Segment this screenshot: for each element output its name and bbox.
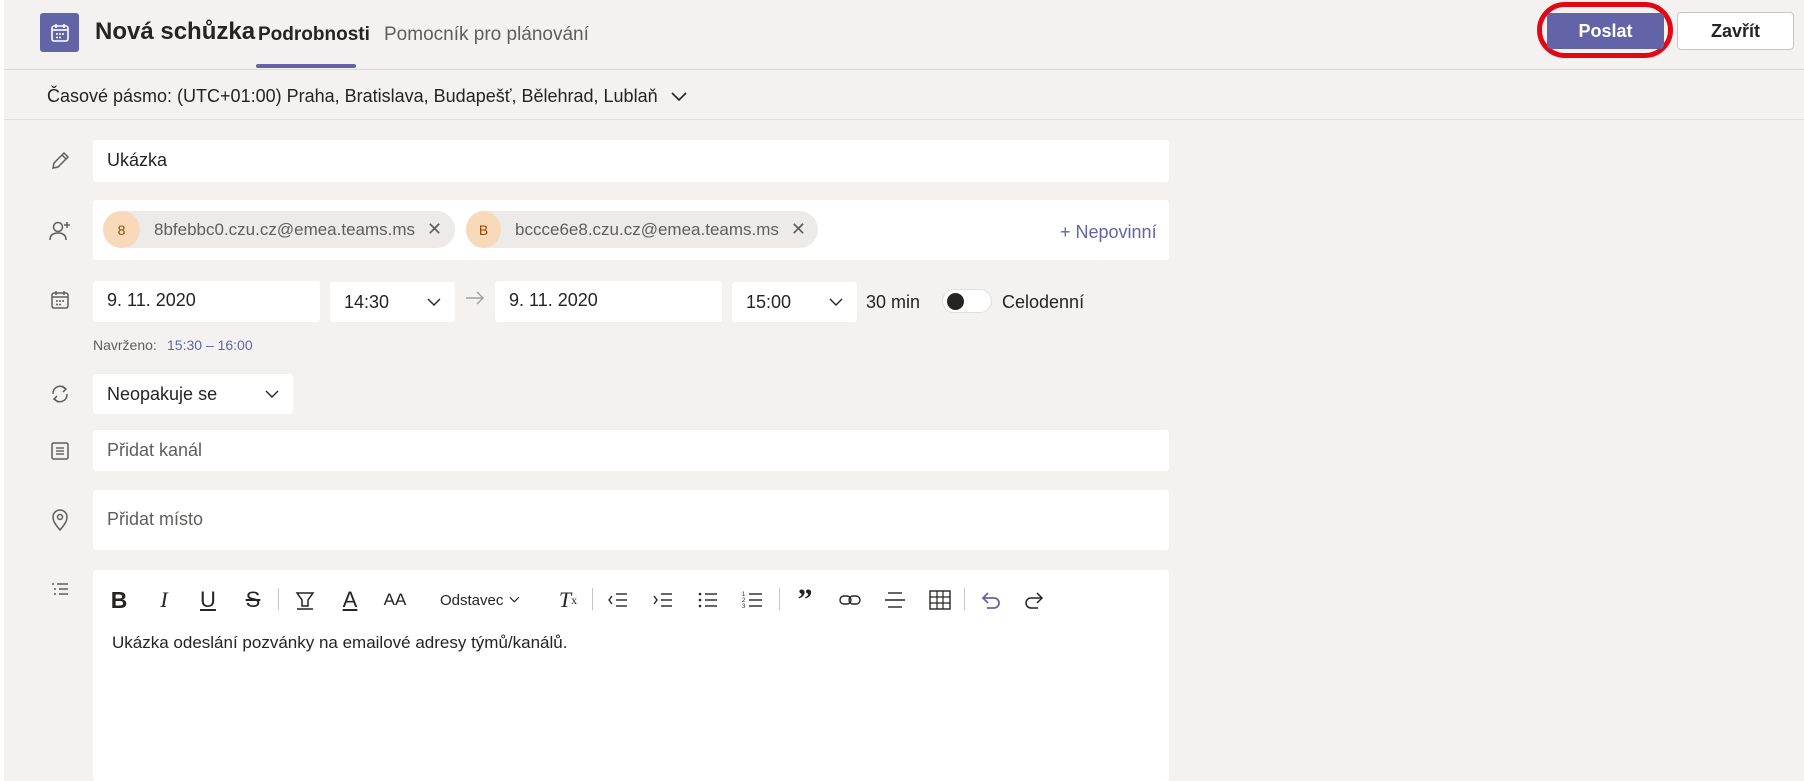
all-day-toggle[interactable] xyxy=(942,289,992,313)
start-time-select[interactable]: 14:30 xyxy=(330,282,455,322)
calendar-icon xyxy=(47,287,73,313)
increase-indent-icon[interactable] xyxy=(649,585,677,615)
close-icon[interactable]: ✕ xyxy=(427,219,442,240)
close-icon[interactable]: ✕ xyxy=(791,219,806,240)
description-text: Ukázka odeslání pozvánky na emailové adr… xyxy=(112,633,568,652)
paragraph-style-select[interactable]: Odstavec xyxy=(440,585,520,615)
toolbar-divider xyxy=(592,588,593,610)
chevron-down-icon xyxy=(509,596,520,603)
all-day-label: Celodenní xyxy=(1002,292,1085,312)
decrease-indent-icon[interactable] xyxy=(604,585,632,615)
tab-details[interactable]: Podrobnosti xyxy=(258,24,370,46)
start-time-value: 14:30 xyxy=(344,291,390,312)
quote-icon[interactable]: ” xyxy=(791,583,819,616)
end-time-value: 15:00 xyxy=(746,291,792,312)
description-icon xyxy=(47,577,73,603)
channel-icon xyxy=(47,438,73,464)
highlight-icon[interactable] xyxy=(290,585,320,615)
link-icon[interactable] xyxy=(836,585,864,615)
meeting-title-value: Ukázka xyxy=(107,150,168,170)
add-channel-placeholder: Přidat kanál xyxy=(107,440,203,460)
add-channel-input[interactable]: Přidat kanál xyxy=(93,430,1169,471)
svg-text:3: 3 xyxy=(742,604,746,610)
arrow-right-icon xyxy=(465,290,485,311)
chevron-down-icon xyxy=(671,91,687,101)
toolbar-divider xyxy=(964,588,965,610)
bold-icon[interactable]: B xyxy=(105,585,133,615)
attendee-chip[interactable]: 8 8bfebbc0.czu.cz@emea.teams.ms ✕ xyxy=(103,211,455,248)
start-date-value: 9. 11. 2020 xyxy=(107,290,196,310)
toggle-knob xyxy=(947,293,964,310)
suggested-time-link[interactable]: 15:30 – 16:00 xyxy=(167,337,253,353)
recurrence-value: Neopakuje se xyxy=(107,383,218,404)
start-date-input[interactable]: 9. 11. 2020 xyxy=(93,281,320,322)
add-person-icon xyxy=(47,218,73,244)
add-optional-attendees-link[interactable]: + Nepovinní xyxy=(1060,222,1157,243)
chevron-down-icon xyxy=(829,298,843,306)
toolbar-divider xyxy=(278,588,279,610)
avatar: 8 xyxy=(103,211,140,248)
meeting-title-input[interactable]: Ukázka xyxy=(93,140,1169,182)
attendee-chip[interactable]: B bccce6e8.czu.cz@emea.teams.ms ✕ xyxy=(466,211,818,248)
avatar: B xyxy=(466,211,502,248)
underline-icon[interactable]: U xyxy=(194,585,222,615)
font-color-icon[interactable]: A xyxy=(336,585,364,615)
attendee-email: bccce6e8.czu.cz@emea.teams.ms xyxy=(515,219,779,239)
calendar-app-icon xyxy=(40,13,79,52)
clear-formatting-icon[interactable]: Tx xyxy=(554,585,582,615)
numbered-list-icon[interactable]: 123 xyxy=(739,585,767,615)
end-time-select[interactable]: 15:00 xyxy=(732,282,857,322)
location-pin-icon xyxy=(47,507,73,533)
page-title: Nová schůzka xyxy=(95,18,256,45)
active-tab-indicator xyxy=(256,64,356,68)
timezone-label: Časové pásmo: (UTC+01:00) Praha, Bratisl… xyxy=(47,86,658,106)
chevron-down-icon xyxy=(265,390,279,398)
timezone-selector[interactable]: Časové pásmo: (UTC+01:00) Praha, Bratisl… xyxy=(47,86,688,107)
add-location-placeholder: Přidat místo xyxy=(107,509,204,529)
divider xyxy=(4,119,1804,120)
undo-icon[interactable] xyxy=(976,585,1004,615)
end-date-value: 9. 11. 2020 xyxy=(509,290,598,310)
add-location-input[interactable]: Přidat místo xyxy=(93,490,1169,550)
attendee-email: 8bfebbc0.czu.cz@emea.teams.ms xyxy=(154,219,416,239)
table-icon[interactable] xyxy=(926,585,954,615)
paragraph-style-label: Odstavec xyxy=(440,591,504,609)
toolbar-divider xyxy=(779,588,780,610)
repeat-icon xyxy=(47,381,73,407)
end-date-input[interactable]: 9. 11. 2020 xyxy=(495,281,722,322)
pencil-icon xyxy=(47,148,73,174)
horizontal-rule-icon[interactable] xyxy=(881,585,909,615)
tab-scheduling-assistant[interactable]: Pomocník pro plánování xyxy=(384,24,589,46)
strikethrough-icon[interactable]: S xyxy=(239,585,267,615)
chevron-down-icon xyxy=(427,298,441,306)
send-button[interactable]: Poslat xyxy=(1547,13,1664,49)
bulleted-list-icon[interactable] xyxy=(694,585,722,615)
italic-icon[interactable]: I xyxy=(150,585,178,615)
recurrence-select[interactable]: Neopakuje se xyxy=(93,374,293,414)
font-size-icon[interactable]: AA xyxy=(380,585,410,615)
suggested-time-label: Navrženo: xyxy=(93,337,157,353)
close-button[interactable]: Zavřít xyxy=(1677,12,1794,50)
duration-label: 30 min xyxy=(866,292,921,312)
left-edge xyxy=(0,0,4,781)
redo-icon[interactable] xyxy=(1021,585,1049,615)
